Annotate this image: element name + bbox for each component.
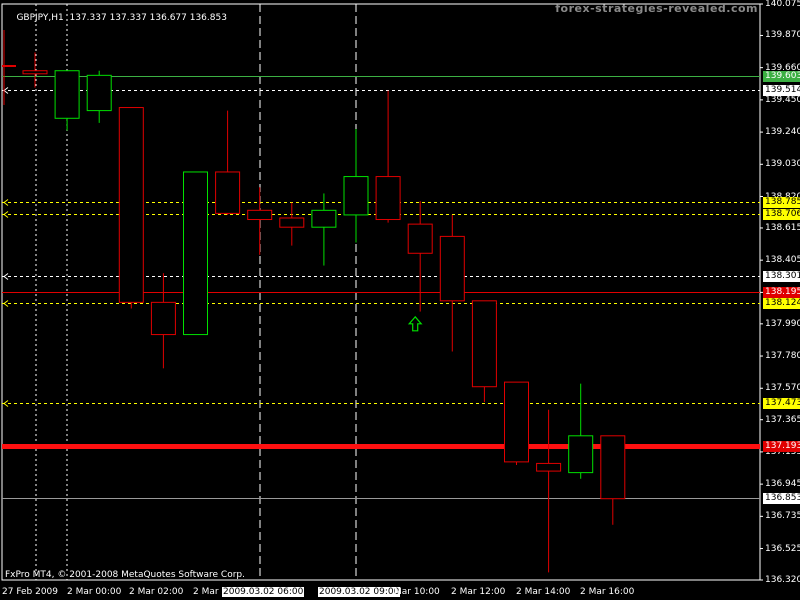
price-tick-label: 137.990 (765, 318, 800, 329)
level-arrow-icon (3, 87, 9, 94)
price-level-tag: 138.195 (763, 287, 800, 299)
price-tick-label: 139.450 (765, 94, 800, 105)
price-tick-label: 139.870 (765, 30, 800, 41)
level-arrow-icon (3, 400, 9, 407)
price-level-tag: 137.473 (763, 398, 800, 410)
bull-candle (183, 171, 208, 336)
price-level-tag: 136.853 (763, 493, 800, 505)
price-tick-label: 140.075 (765, 0, 800, 9)
bear-candle (22, 70, 48, 75)
price-tick-label: 138.405 (765, 255, 800, 266)
price-level-tag: 139.514 (763, 85, 800, 97)
ohlc-readout: 137.337 137.337 136.677 136.853 (69, 13, 227, 23)
price-tick-label: 139.240 (765, 127, 800, 138)
time-tick-label: Mar 10:00 (394, 587, 440, 597)
bear-candle (150, 301, 176, 336)
price-level-tag: 138.706 (763, 208, 800, 220)
chart-header: GBPJPY,H1 137.337 137.337 136.677 136.85… (5, 3, 227, 33)
level-arrow-icon (3, 199, 9, 206)
bull-candle (54, 70, 80, 119)
bear-candle (536, 462, 562, 472)
price-tick-label: 136.735 (765, 511, 800, 522)
time-tick-label: 2 Mar 14:00 (516, 587, 571, 597)
bear-candle (247, 209, 273, 221)
time-tick-label: 2 Mar (193, 587, 219, 597)
copyright-text: FxPro MT4, © 2001-2008 MetaQuotes Softwa… (5, 570, 245, 580)
price-tick-label: 139.030 (765, 159, 800, 170)
bear-candle (375, 176, 401, 221)
bear-candle (118, 107, 144, 303)
price-level-tag: 138.785 (763, 196, 800, 208)
time-tick-label: 2009.03.02 06:00 (222, 587, 305, 597)
price-tick-label: 137.780 (765, 351, 800, 362)
bull-candle (311, 209, 337, 228)
level-arrow-icon (3, 300, 9, 307)
bull-candle (343, 176, 369, 216)
bear-candle (215, 171, 241, 214)
chart-window[interactable]: GBPJPY,H1 137.337 137.337 136.677 136.85… (0, 0, 800, 600)
time-tick-label: 2009.03.02 09:00 (318, 587, 401, 597)
time-tick-label: 2 Mar 00:00 (67, 587, 122, 597)
price-tick-label: 137.365 (765, 414, 800, 425)
watermark: forex-strategies-revealed.com (555, 2, 758, 15)
time-tick-label: 2 Mar 12:00 (451, 587, 506, 597)
bear-candle (504, 381, 529, 463)
price-level-tag: 139.603 (763, 71, 800, 83)
symbol-label: GBPJPY,H1 (16, 13, 64, 23)
price-level-tag: 137.193 (763, 441, 800, 453)
price-level-tag: 138.124 (763, 298, 800, 310)
bear-candle (600, 435, 626, 500)
price-chart[interactable] (0, 0, 800, 600)
price-level-tag: 138.301 (763, 271, 800, 283)
level-arrow-icon (3, 273, 9, 280)
price-tick-label: 138.615 (765, 222, 800, 233)
price-tick-label: 137.570 (765, 383, 800, 394)
bear-candle (407, 223, 433, 254)
bull-candle (568, 435, 594, 474)
time-tick-label: 2 Mar 02:00 (129, 587, 184, 597)
level-arrow-icon (3, 211, 9, 218)
bear-candle (279, 217, 305, 228)
price-tick-label: 136.525 (765, 543, 800, 554)
bear-candle (471, 300, 497, 388)
price-tick-label: 136.320 (765, 575, 800, 585)
up-arrow-icon (407, 315, 423, 332)
bear-candle (439, 235, 465, 302)
price-tick-label: 136.945 (765, 479, 800, 490)
time-tick-label: 27 Feb 2009 (2, 587, 59, 597)
bull-candle (86, 74, 112, 112)
time-tick-label: 2 Mar 16:00 (580, 587, 635, 597)
